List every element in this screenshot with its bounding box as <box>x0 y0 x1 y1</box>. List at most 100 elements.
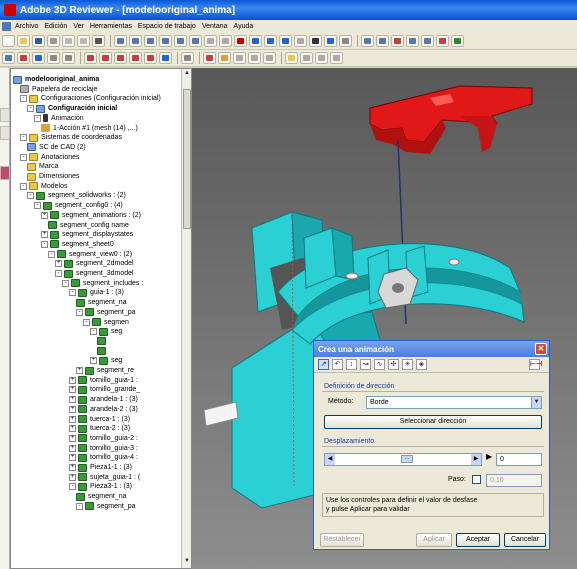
tree-item[interactable]: 1-Acción #1 (mesh (14) ,...) <box>41 124 138 133</box>
expand-icon[interactable]: + <box>69 376 76 384</box>
expand-icon[interactable]: + <box>69 434 76 442</box>
tree-item[interactable]: + Pieza1-1 : (3) <box>69 463 132 472</box>
tree-item[interactable]: - segment_includes : <box>62 279 143 288</box>
tree-item[interactable]: Dimensiones <box>27 172 79 181</box>
tree-item[interactable] <box>97 337 109 346</box>
expand-icon[interactable]: + <box>90 357 97 365</box>
slider-left-arrow-icon[interactable]: ◀ <box>325 454 335 465</box>
tree-item[interactable]: - Animación <box>34 114 84 123</box>
collapse-icon[interactable]: - <box>20 182 27 190</box>
tree-item[interactable]: + tornillo_grande_ <box>69 385 140 394</box>
filter-alt-icon[interactable] <box>62 52 75 64</box>
camera-icon[interactable]: ◈ <box>416 359 427 370</box>
tree-item[interactable]: - segment_pa <box>76 502 136 511</box>
slider-thumb[interactable]: ··· <box>401 455 413 463</box>
explode-icon[interactable]: ✳ <box>402 359 413 370</box>
pan-icon[interactable] <box>144 35 157 47</box>
pick-point-icon[interactable] <box>84 52 97 64</box>
select-direction-button[interactable]: Seleccionar dirección <box>324 415 542 429</box>
collapse-icon[interactable]: - <box>48 250 55 258</box>
tree-item[interactable]: + tuerca-2 : (3) <box>69 424 130 433</box>
tree-item[interactable]: + sujeta_guia-1 : ( <box>69 473 140 482</box>
new-icon[interactable] <box>2 35 15 47</box>
dock-tab[interactable] <box>0 126 10 140</box>
tree-item[interactable]: - Modelos <box>20 182 67 191</box>
zoom-fit-icon[interactable] <box>189 35 202 47</box>
tree-item[interactable]: - segment_pa <box>76 308 136 317</box>
undo-icon[interactable] <box>114 35 127 47</box>
collapse-icon[interactable]: - <box>20 95 27 103</box>
heal-icon[interactable] <box>233 52 246 64</box>
tree-item[interactable]: - segment_solidworks : (2) <box>27 191 126 200</box>
scroll-up-icon[interactable]: ▲ <box>183 70 191 79</box>
tree-item[interactable]: Papelera de reciclaje <box>20 85 97 94</box>
markup-icon[interactable] <box>285 52 298 64</box>
filter-icon[interactable] <box>47 52 60 64</box>
offset-slider[interactable]: ◀ ··· ▶ <box>324 453 482 466</box>
select-icon[interactable] <box>2 52 15 64</box>
menu-ver[interactable]: Ver <box>73 23 84 30</box>
cancel-button[interactable]: Cancelar <box>504 533 546 547</box>
step-checkbox[interactable] <box>472 475 481 484</box>
paste-icon[interactable] <box>77 35 90 47</box>
collapse-icon[interactable]: - <box>69 289 76 297</box>
expand-icon[interactable]: + <box>41 211 48 219</box>
tree-item[interactable]: modelooriginal_anima <box>13 75 99 84</box>
animation-icon[interactable] <box>421 35 434 47</box>
step-input[interactable]: 0.10 <box>486 474 542 487</box>
accept-button[interactable]: Aceptar <box>456 533 500 547</box>
collapse-icon[interactable]: - <box>90 328 97 336</box>
collapse-icon[interactable]: - <box>76 502 83 510</box>
warning-icon[interactable] <box>234 35 247 47</box>
simplify-icon[interactable] <box>248 52 261 64</box>
expand-icon[interactable]: + <box>76 367 83 374</box>
publish-icon[interactable] <box>330 52 343 64</box>
expand-icon[interactable]: + <box>55 260 62 268</box>
transform-icon[interactable]: ✣ <box>388 359 399 370</box>
clash-icon[interactable] <box>203 52 216 64</box>
tree-item[interactable]: + segment_re <box>76 366 134 375</box>
tree-item[interactable]: + tornillo_guia-1 : <box>69 376 138 385</box>
collapse-icon[interactable]: - <box>41 240 48 248</box>
tree-item[interactable]: - guia-1 : (3) <box>69 288 124 297</box>
expand-icon[interactable]: + <box>69 454 76 462</box>
menu-herramientas[interactable]: Herramientas <box>90 23 132 30</box>
show-icon[interactable] <box>32 52 45 64</box>
tree-item[interactable]: - segment_config0 : (4) <box>34 201 123 210</box>
dock-tab[interactable] <box>0 166 10 180</box>
zoom-window-icon[interactable] <box>174 35 187 47</box>
compare-icon[interactable] <box>218 52 231 64</box>
menu-edicion[interactable]: Edición <box>44 23 67 30</box>
tree-item[interactable]: Marca <box>27 162 58 171</box>
view-top-icon[interactable] <box>279 35 292 47</box>
collapse-icon[interactable]: - <box>34 202 41 210</box>
tree-item[interactable]: + seg <box>90 356 122 365</box>
tree-item[interactable]: + tornillo_guia-2 : <box>69 434 138 443</box>
record-icon[interactable] <box>436 35 449 47</box>
save-icon[interactable] <box>32 35 45 47</box>
tree-item[interactable]: segment_na <box>76 298 127 307</box>
scroll-thumb[interactable] <box>183 89 191 229</box>
expand-icon[interactable]: + <box>69 405 76 413</box>
collapse-icon[interactable]: - <box>62 279 69 287</box>
tree-item[interactable]: + tornillo_guia-3 : <box>69 444 138 453</box>
menu-ayuda[interactable]: Ayuda <box>234 23 254 30</box>
pick-part-icon[interactable] <box>144 52 157 64</box>
section-icon[interactable] <box>339 35 352 47</box>
tree-item[interactable]: - segmen <box>83 318 129 327</box>
tree-item[interactable]: + segment_2dmodel <box>55 259 134 268</box>
offset-input[interactable]: 0 <box>496 453 542 466</box>
collapse-icon[interactable]: - <box>83 318 90 326</box>
reset-button[interactable]: Restablecer <box>320 533 364 547</box>
tree-item[interactable]: - segment_sheet0 <box>41 240 114 249</box>
slider-right-arrow-icon[interactable]: ▶ <box>471 454 481 465</box>
annotate-icon[interactable] <box>376 35 389 47</box>
pick-body-icon[interactable] <box>129 52 142 64</box>
tree-scrollbar[interactable]: ▲ ▼ <box>181 69 191 568</box>
collapse-icon[interactable]: - <box>76 308 83 316</box>
orbit-icon[interactable] <box>204 35 217 47</box>
expand-icon[interactable]: + <box>69 386 76 394</box>
tree-item[interactable]: segment_config name <box>48 221 129 230</box>
tree-item[interactable] <box>97 347 109 356</box>
collapse-icon[interactable]: - <box>20 153 27 161</box>
